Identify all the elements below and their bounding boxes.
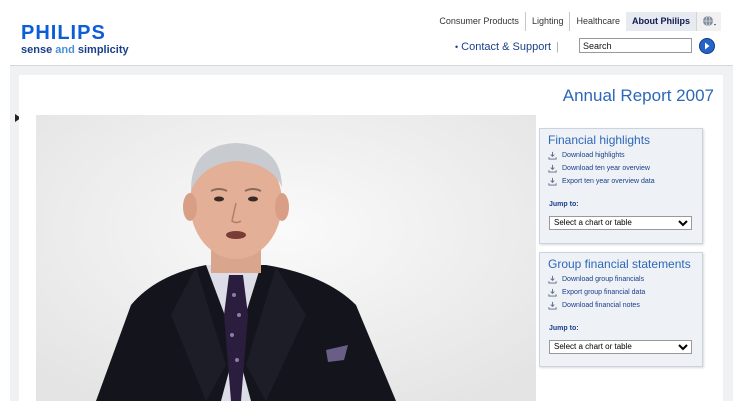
annual-report-panel: Annual Report 2007 Financial highlights …: [10, 65, 733, 401]
contact-support-link[interactable]: • Contact & Support: [455, 41, 551, 53]
report-content: Annual Report 2007 Financial highlights …: [19, 75, 723, 401]
globe-icon[interactable]: [696, 12, 721, 31]
tagline: sense and simplicity: [21, 44, 129, 56]
financial-highlights-heading: Financial highlights: [548, 133, 651, 147]
download-icon: [548, 288, 557, 297]
export-ten-year-overview-data-link[interactable]: Export ten year overview data: [540, 175, 702, 188]
download-icon: [548, 151, 557, 160]
page-title: Annual Report 2007: [562, 86, 714, 105]
nav-tab-lighting[interactable]: Lighting: [524, 12, 570, 31]
jump-to-label: Jump to:: [549, 325, 579, 332]
download-ten-year-overview-link[interactable]: Download ten year overview: [540, 162, 702, 175]
chart-table-select[interactable]: Select a chart or table: [549, 339, 692, 354]
download-icon: [548, 164, 557, 173]
download-icon: [548, 177, 557, 186]
header-divider: |: [556, 41, 559, 53]
link-label: Export group financial data: [562, 289, 646, 296]
nav-tab-about-philips[interactable]: About Philips: [626, 12, 696, 31]
arrow-right-circle-icon[interactable]: [699, 38, 715, 54]
financial-highlights-box: Financial highlights Download highlights…: [539, 128, 703, 244]
export-group-financial-data-link[interactable]: Export group financial data: [540, 286, 702, 299]
tagline-and: and: [55, 44, 75, 56]
tagline-part: sense: [21, 44, 56, 56]
link-label: Download financial notes: [562, 302, 640, 309]
bullet-icon: •: [455, 42, 459, 52]
search-input[interactable]: [579, 38, 692, 53]
link-label: Download ten year overview: [562, 165, 650, 172]
link-label: Download group financials: [562, 276, 645, 283]
chart-table-select[interactable]: Select a chart or table: [549, 215, 692, 230]
tagline-part: simplicity: [74, 44, 129, 56]
jump-to-label: Jump to:: [549, 201, 579, 208]
link-label: Download highlights: [562, 152, 625, 159]
download-icon: [548, 275, 557, 284]
top-navigation: Consumer Products Lighting Healthcare Ab…: [433, 12, 721, 31]
nav-tab-consumer-products[interactable]: Consumer Products: [433, 12, 525, 31]
group-financial-statements-heading: Group financial statements: [548, 257, 691, 271]
download-group-financials-link[interactable]: Download group financials: [540, 273, 702, 286]
philips-logo[interactable]: PHILIPS: [21, 22, 106, 45]
download-highlights-link[interactable]: Download highlights: [540, 149, 702, 162]
contact-support-label: Contact & Support: [461, 41, 552, 53]
download-financial-notes-link[interactable]: Download financial notes: [540, 299, 702, 312]
link-label: Export ten year overview data: [562, 178, 655, 185]
download-icon: [548, 301, 557, 310]
ceo-video[interactable]: [36, 115, 536, 401]
group-financial-statements-box: Group financial statements Download grou…: [539, 252, 703, 367]
nav-tab-healthcare[interactable]: Healthcare: [569, 12, 626, 31]
